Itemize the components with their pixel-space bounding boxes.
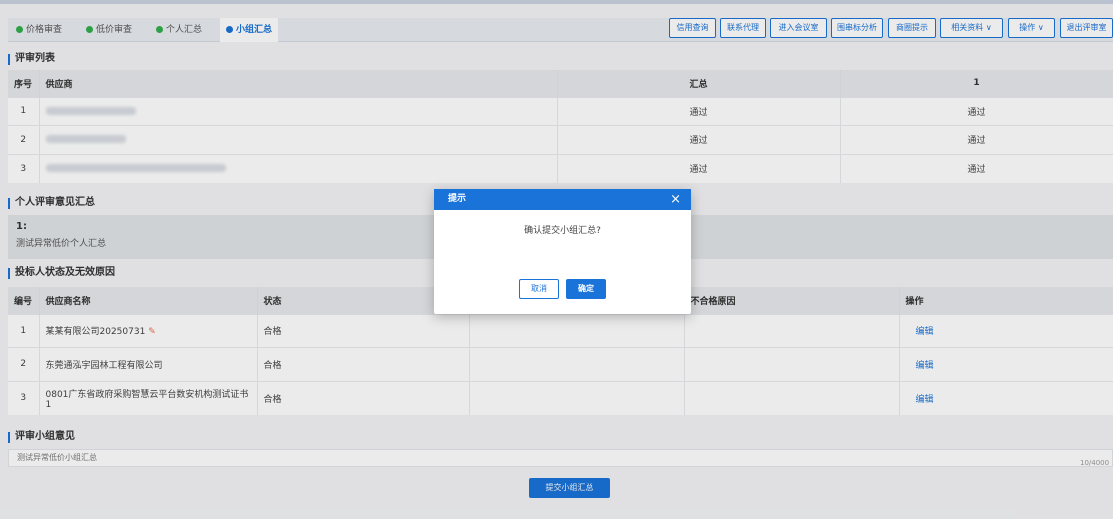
confirm-button[interactable]: 确定 (566, 279, 606, 299)
close-icon[interactable]: × (670, 191, 681, 208)
dialog-message: 确认提交小组汇总? (524, 226, 601, 236)
confirm-dialog: 提示 × 确认提交小组汇总? 取消 确定 (434, 189, 691, 314)
cancel-button[interactable]: 取消 (519, 279, 559, 299)
dialog-title: 提示 (434, 189, 691, 210)
